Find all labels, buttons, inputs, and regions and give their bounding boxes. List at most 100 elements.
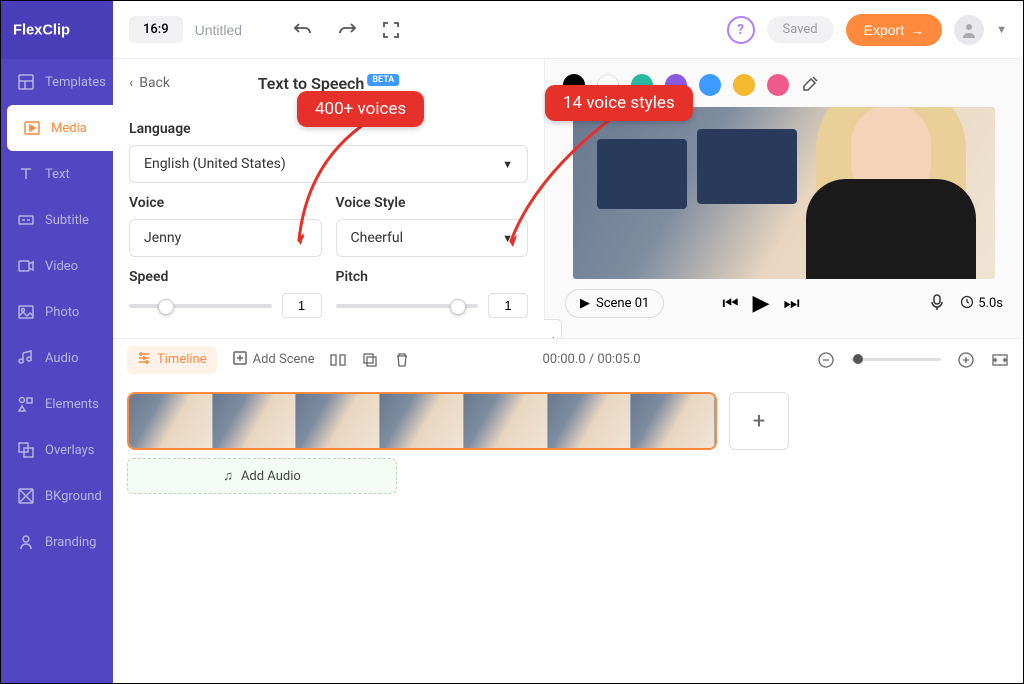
timeline-icon [137, 351, 151, 369]
color-swatch-purple[interactable] [665, 74, 687, 96]
text-label: Text [129, 336, 156, 338]
timeline-tab[interactable]: Timeline [127, 346, 217, 374]
play-button[interactable]: ▶ [753, 291, 770, 316]
project-title-input[interactable] [195, 22, 275, 38]
sidebar-item-templates[interactable]: Templates [1, 59, 113, 105]
clip-thumb [548, 394, 632, 448]
saved-status: Saved [767, 16, 834, 43]
sidebar-item-label: Elements [45, 397, 99, 412]
branding-icon [17, 533, 35, 551]
speed-input[interactable] [282, 293, 322, 318]
sidebar-item-video[interactable]: Video [1, 243, 113, 289]
speed-label: Speed [129, 269, 168, 285]
sidebar-item-label: Photo [45, 305, 79, 320]
bkground-icon [17, 487, 35, 505]
fullscreen-button[interactable] [375, 14, 407, 46]
elements-icon [17, 395, 35, 413]
sidebar-item-overlays[interactable]: Overlays [1, 427, 113, 473]
export-button[interactable]: Export→ [846, 14, 942, 46]
sidebar-item-elements[interactable]: Elements [1, 381, 113, 427]
arrow-right-icon: → [910, 22, 924, 38]
prev-button[interactable]: ⏮ [722, 293, 738, 314]
voice-select[interactable]: Jenny ▼ [129, 219, 322, 257]
color-swatch-yellow[interactable] [733, 74, 755, 96]
clip-thumb [213, 394, 297, 448]
overlays-icon [17, 441, 35, 459]
add-clip-button[interactable]: + [729, 392, 789, 450]
delete-button[interactable] [394, 352, 410, 368]
plus-square-icon [233, 351, 247, 369]
sidebar-item-label: Subtitle [45, 213, 89, 228]
beta-badge: BETA [367, 74, 399, 86]
zoom-slider[interactable] [851, 358, 941, 361]
svg-text:FlexClip: FlexClip [13, 22, 70, 38]
copy-button[interactable] [362, 352, 378, 368]
split-button[interactable] [330, 352, 346, 368]
sidebar-item-label: Text [45, 167, 70, 182]
pitch-label: Pitch [336, 269, 368, 285]
zoom-out-button[interactable] [817, 351, 835, 369]
duration-display[interactable]: 5.0s [960, 295, 1003, 313]
sidebar-item-label: Overlays [45, 443, 94, 458]
color-swatch-pink[interactable] [767, 74, 789, 96]
pitch-slider[interactable] [336, 304, 479, 308]
color-palette [557, 69, 1011, 107]
scene-indicator[interactable]: ▶ Scene 01 [565, 289, 664, 318]
timeline-clip[interactable]: 01 [127, 392, 717, 450]
audio-icon [17, 349, 35, 367]
music-icon: ♫ [223, 468, 233, 484]
help-button[interactable]: ? [727, 16, 755, 44]
mic-icon[interactable] [928, 293, 946, 315]
color-swatch-white[interactable] [597, 74, 619, 96]
play-icon: ▶ [580, 296, 590, 311]
panel-title: Text to SpeechBETA [258, 74, 400, 93]
sidebar-item-label: Branding [45, 535, 96, 550]
clip-thumb [129, 394, 213, 448]
sidebar-item-text[interactable]: Text [1, 151, 113, 197]
brand-logo: FlexClip [1, 1, 113, 59]
sidebar-item-branding[interactable]: Branding [1, 519, 113, 565]
color-picker-icon[interactable] [801, 73, 821, 97]
sidebar-item-label: BKground [45, 489, 102, 504]
chevron-left-icon: ‹ [129, 75, 133, 91]
panel-collapse-button[interactable]: ‹ [544, 319, 562, 338]
voice-label: Voice [129, 195, 322, 211]
sidebar-item-media[interactable]: Media [7, 105, 113, 151]
clip-thumb [380, 394, 464, 448]
video-preview[interactable] [573, 107, 995, 279]
sidebar-item-label: Video [45, 259, 78, 274]
color-swatch-teal[interactable] [631, 74, 653, 96]
next-button[interactable]: ⏭ [783, 293, 799, 314]
chevron-down-icon[interactable]: ▼ [996, 23, 1007, 36]
sidebar-item-photo[interactable]: Photo [1, 289, 113, 335]
color-swatch-black[interactable] [563, 74, 585, 96]
user-avatar[interactable] [954, 15, 984, 45]
timeline-time: 00:00.0 / 00:05.0 [542, 352, 640, 367]
redo-button[interactable] [331, 14, 363, 46]
fit-button[interactable] [991, 351, 1009, 369]
clock-icon [960, 295, 974, 313]
photo-icon [17, 303, 35, 321]
subtitle-icon [17, 211, 35, 229]
sidebar-item-label: Media [51, 121, 87, 136]
text-icon [17, 165, 35, 183]
video-icon [17, 257, 35, 275]
color-swatch-blue[interactable] [699, 74, 721, 96]
clip-thumb [464, 394, 548, 448]
char-count: 0/1000 [489, 337, 528, 338]
undo-button[interactable] [287, 14, 319, 46]
sidebar-item-bkground[interactable]: BKground [1, 473, 113, 519]
templates-icon [17, 73, 35, 91]
speed-slider[interactable] [129, 304, 272, 308]
sidebar-item-audio[interactable]: Audio [1, 335, 113, 381]
sidebar-item-subtitle[interactable]: Subtitle [1, 197, 113, 243]
aspect-ratio-selector[interactable]: 16:9 [129, 16, 183, 43]
add-audio-track[interactable]: ♫ Add Audio [127, 458, 397, 494]
media-icon [23, 119, 41, 137]
back-button[interactable]: ‹ Back [129, 75, 170, 91]
zoom-in-button[interactable] [957, 351, 975, 369]
clip-thumb [631, 394, 715, 448]
sidebar-item-label: Audio [45, 351, 78, 366]
add-scene-button[interactable]: Add Scene [233, 351, 315, 369]
pitch-input[interactable] [488, 293, 528, 318]
